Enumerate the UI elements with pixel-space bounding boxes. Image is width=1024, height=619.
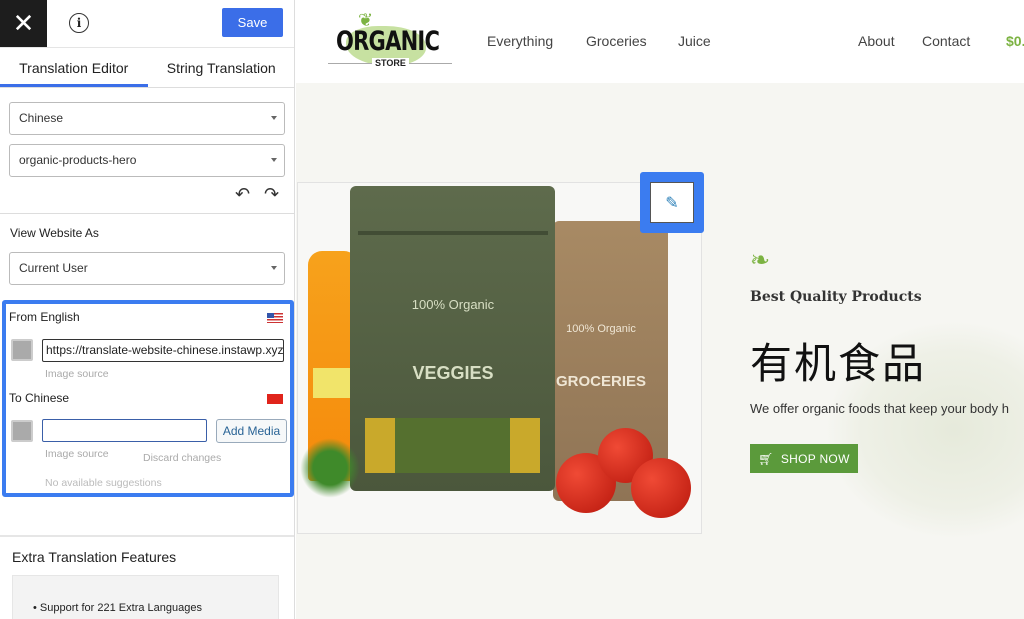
hero-product-image[interactable]: 100% Organic GROCERIES 100% Organic VEGG… — [297, 182, 702, 534]
tab-string-translation[interactable]: String Translation — [148, 48, 295, 87]
chevron-down-icon — [271, 158, 277, 162]
cart-amount[interactable]: $0. — [1006, 33, 1024, 49]
leaf-icon: ❧ — [750, 247, 771, 274]
extra-feature-item: • Support for 221 Extra Languages — [33, 602, 202, 614]
language-select-value: Chinese — [19, 111, 64, 125]
view-as-select[interactable]: Current User — [9, 252, 285, 285]
discard-changes-link[interactable]: Discard changes — [143, 452, 221, 464]
translation-panel: From English https://translate-website-c… — [2, 300, 294, 497]
extra-features-title: Extra Translation Features — [12, 549, 177, 565]
image-source-label: Image source — [45, 448, 109, 460]
hero-tagline: Best Quality Products — [750, 289, 922, 305]
suggestions-text: No available suggestions — [45, 477, 162, 489]
hero-paragraph: We offer organic foods that keep your bo… — [750, 401, 1009, 416]
shop-now-label: SHOP NOW — [780, 451, 850, 466]
extra-features-box: • Support for 221 Extra Languages — [12, 575, 279, 619]
hero-heading: 有机食品 — [750, 339, 927, 388]
image-icon — [11, 339, 33, 361]
shop-now-button[interactable]: 🛒︎ SHOP NOW — [750, 444, 858, 473]
organic-store-logo[interactable]: ❦ ORGANIC STORE — [328, 8, 452, 72]
view-as-label: View Website As — [10, 226, 99, 240]
tab-bar: Translation Editor String Translation — [0, 47, 295, 88]
close-icon: ✕ — [12, 8, 35, 38]
divider — [0, 535, 294, 537]
tab-translation-editor[interactable]: Translation Editor — [0, 48, 148, 87]
cart-icon: 🛒︎ — [758, 451, 774, 466]
basil — [300, 438, 360, 498]
language-select[interactable]: Chinese — [9, 102, 285, 135]
close-button[interactable]: ✕ — [0, 0, 47, 47]
string-select-value: organic-products-hero — [19, 153, 137, 167]
chevron-down-icon — [271, 116, 277, 120]
add-media-button[interactable]: Add Media — [216, 419, 287, 443]
nav-juice[interactable]: Juice — [678, 33, 711, 49]
nav-about[interactable]: About — [858, 33, 895, 49]
divider — [0, 213, 294, 214]
info-icon[interactable]: i — [69, 13, 89, 33]
image-icon — [11, 420, 33, 442]
nav-contact[interactable]: Contact — [922, 33, 970, 49]
redo-icon[interactable]: ↷ — [264, 184, 279, 205]
edit-image-button[interactable]: ✎ — [640, 172, 704, 233]
translation-sidebar: ✕ i Save Translation Editor String Trans… — [0, 0, 295, 619]
from-image-url[interactable]: https://translate-website-chinese.instaw… — [42, 339, 284, 362]
image-source-label: Image source — [45, 368, 109, 380]
nav-everything[interactable]: Everything — [487, 33, 553, 49]
site-header: ❦ ORGANIC STORE Everything Groceries Jui… — [296, 0, 1024, 83]
save-button[interactable]: Save — [222, 8, 283, 37]
china-flag-icon — [267, 394, 283, 404]
website-preview: ❦ ORGANIC STORE Everything Groceries Jui… — [296, 0, 1024, 619]
to-image-url-input[interactable] — [42, 419, 207, 442]
pencil-icon: ✎ — [650, 182, 694, 223]
to-label: To Chinese — [9, 391, 70, 405]
from-label: From English — [9, 310, 80, 324]
us-flag-icon — [267, 313, 283, 323]
undo-icon[interactable]: ↶ — [235, 184, 250, 205]
nav-groceries[interactable]: Groceries — [586, 33, 647, 49]
string-select[interactable]: organic-products-hero — [9, 144, 285, 177]
view-as-value: Current User — [19, 261, 88, 275]
chevron-down-icon — [271, 266, 277, 270]
